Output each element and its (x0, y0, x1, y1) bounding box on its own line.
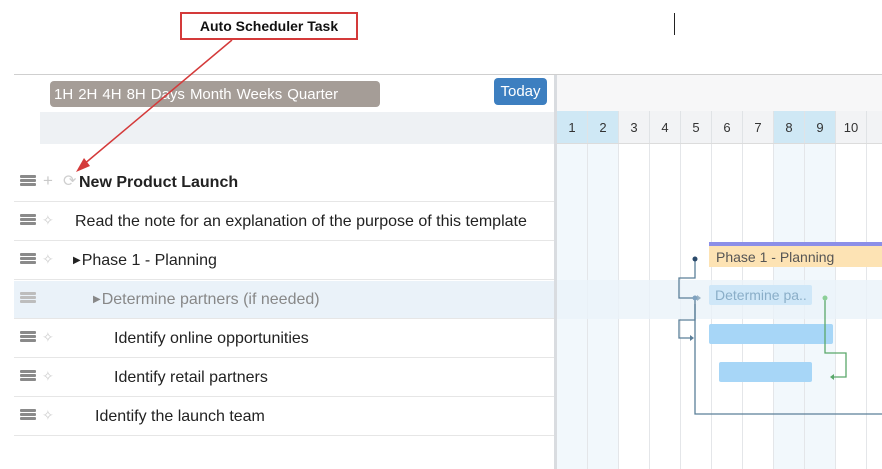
link-point-green (822, 295, 828, 301)
dependency-links-green (824, 298, 847, 378)
link-online-to-retail (824, 298, 847, 378)
link-point-determine (692, 295, 698, 301)
link-arrow-head (697, 295, 701, 301)
dependency-links (678, 259, 882, 415)
link-determine-to-online (678, 304, 696, 339)
overlay-lines (76, 39, 882, 415)
callout-arrow-line (82, 39, 233, 166)
link-arrow-head (690, 335, 694, 341)
link-determine-to-launch-team (694, 298, 882, 415)
link-phase-to-determine (678, 259, 696, 299)
link-point-phase (692, 256, 698, 262)
link-arrow-head (830, 374, 834, 380)
